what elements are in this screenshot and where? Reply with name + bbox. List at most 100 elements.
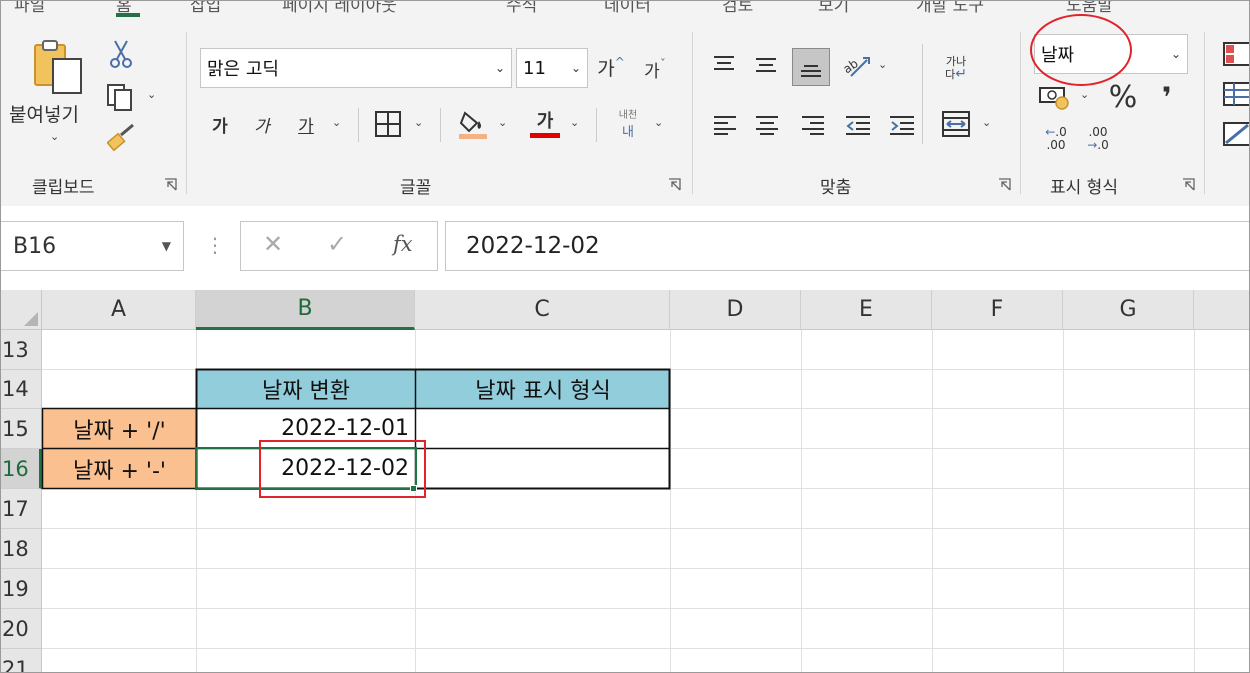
underline-dropdown-caret[interactable]: ⌄	[332, 116, 341, 129]
separator	[440, 108, 441, 142]
tab-file[interactable]: 파일	[14, 0, 45, 16]
underline-button[interactable]: 가	[292, 110, 320, 138]
percent-style-button[interactable]: %	[1106, 79, 1140, 115]
paste-button[interactable]	[30, 38, 86, 96]
borders-icon	[375, 111, 401, 137]
formula-content: 2022-12-02	[466, 233, 600, 259]
font-color-button[interactable]: 가	[528, 104, 562, 140]
increase-indent-button[interactable]	[884, 108, 914, 138]
comma-style-button[interactable]: ❜	[1154, 80, 1180, 114]
orientation-dropdown-caret[interactable]: ⌄	[878, 58, 887, 71]
tab-page-layout[interactable]: 페이지 레이아웃	[282, 0, 397, 16]
format-as-table-button[interactable]	[1222, 80, 1250, 108]
merge-dropdown-caret[interactable]: ⌄	[982, 116, 991, 129]
table-format-icon	[1223, 82, 1250, 106]
conditional-format-icon	[1223, 42, 1250, 66]
font-color-dropdown-caret[interactable]: ⌄	[570, 116, 579, 129]
italic-label: 가	[254, 116, 270, 137]
phonetic-dropdown-caret[interactable]: ⌄	[654, 116, 663, 129]
clipboard-group-label: 클립보드	[32, 178, 95, 198]
underline-label: 가	[298, 116, 314, 137]
accounting-dropdown-caret[interactable]: ⌄	[1080, 88, 1089, 101]
borders-button[interactable]	[372, 108, 404, 140]
increase-decimal-button[interactable]: ←.0 .00	[1038, 124, 1074, 154]
cell-styles-button[interactable]	[1222, 120, 1250, 148]
tab-insert[interactable]: 삽입	[190, 0, 221, 16]
copy-dropdown-caret[interactable]: ⌄	[147, 88, 156, 101]
insert-function-icon[interactable]: fx	[393, 232, 413, 256]
active-tab-indicator	[116, 13, 140, 17]
fill-color-button[interactable]	[456, 106, 490, 140]
align-right-button[interactable]	[796, 108, 826, 138]
grow-font-button[interactable]: 가 ^	[594, 52, 628, 82]
shrink-font-button[interactable]: 가ˇ	[638, 54, 672, 84]
phonetic-bottom-label: 내	[622, 125, 634, 140]
cell-styles-icon	[1223, 122, 1250, 146]
align-right-icon	[802, 116, 824, 135]
align-left-button[interactable]	[708, 108, 738, 138]
paste-icon	[34, 40, 82, 94]
alignment-group-label: 맞춤	[820, 178, 852, 198]
highlight-circle	[1030, 14, 1132, 86]
separator	[358, 108, 359, 142]
cut-button[interactable]	[106, 38, 136, 70]
enter-icon[interactable]: ✓	[327, 230, 347, 258]
align-middle-button[interactable]	[750, 48, 780, 78]
font-size-select[interactable]: 11 ⌄	[516, 48, 588, 88]
increase-indent-icon	[890, 116, 914, 135]
arrow-left-icon: ←	[1045, 125, 1056, 139]
decrease-indent-icon	[846, 116, 870, 135]
group-separator	[692, 32, 693, 194]
separator	[596, 108, 597, 142]
alignment-launcher-icon[interactable]	[998, 178, 1011, 191]
wrap-text-button[interactable]: 가나 다↵	[938, 48, 974, 88]
format-painter-button[interactable]	[106, 122, 138, 154]
currency-icon	[1039, 87, 1069, 110]
clipboard-launcher-icon[interactable]	[164, 178, 177, 191]
phonetic-guide-button[interactable]: 내천 내	[608, 104, 648, 142]
percent-label: %	[1108, 79, 1138, 115]
merge-center-button[interactable]	[940, 108, 972, 140]
tab-developer[interactable]: 개발 도구	[916, 0, 984, 16]
chevron-down-icon: ⌄	[1170, 47, 1181, 61]
paste-dropdown-caret[interactable]: ⌄	[50, 130, 59, 143]
copy-button[interactable]	[104, 82, 138, 112]
number-launcher-icon[interactable]	[1182, 178, 1195, 191]
paint-bucket-icon	[459, 111, 487, 139]
borders-dropdown-caret[interactable]: ⌄	[414, 116, 423, 129]
caret-up-icon: ^	[614, 55, 625, 69]
number-group-label: 표시 형식	[1050, 178, 1118, 198]
font-name-select[interactable]: 맑은 고딕 ⌄	[200, 48, 512, 88]
align-top-icon	[714, 56, 734, 70]
formula-bar-grip[interactable]: ⋮	[205, 233, 225, 257]
align-center-button[interactable]	[750, 108, 780, 138]
bold-button[interactable]: 가	[206, 110, 234, 138]
group-separator	[1204, 32, 1205, 194]
comma-label: ❜	[1162, 80, 1172, 114]
align-top-button[interactable]	[708, 48, 738, 78]
increase-decimal-top: .0	[1055, 125, 1067, 139]
decrease-decimal-button[interactable]: .00 →.0	[1080, 124, 1116, 154]
orientation-button[interactable]: ab	[840, 50, 872, 82]
phonetic-top-label: 내천	[618, 110, 638, 121]
bold-label: 가	[212, 116, 228, 137]
decrease-indent-button[interactable]	[840, 108, 870, 138]
scissors-icon	[110, 40, 132, 68]
tab-formulas[interactable]: 수식	[506, 0, 537, 16]
name-box-value: B16	[13, 233, 57, 259]
formula-input[interactable]: 2022-12-02	[445, 221, 1250, 271]
merge-cells-icon	[942, 111, 970, 137]
chevron-down-icon: ▼	[161, 239, 171, 253]
svg-text:ab: ab	[841, 56, 861, 76]
conditional-formatting-button[interactable]	[1222, 40, 1250, 68]
tab-data[interactable]: 데이터	[604, 0, 651, 16]
name-box[interactable]: B16 ▼	[0, 221, 184, 271]
accounting-format-button[interactable]	[1036, 82, 1072, 112]
italic-button[interactable]: 가	[248, 110, 276, 138]
font-launcher-icon[interactable]	[668, 178, 681, 191]
fill-color-dropdown-caret[interactable]: ⌄	[498, 116, 507, 129]
tab-view[interactable]: 보기	[818, 0, 849, 16]
tab-review[interactable]: 검토	[722, 0, 753, 16]
cancel-icon[interactable]: ✕	[263, 230, 283, 258]
align-bottom-button[interactable]	[792, 48, 830, 86]
